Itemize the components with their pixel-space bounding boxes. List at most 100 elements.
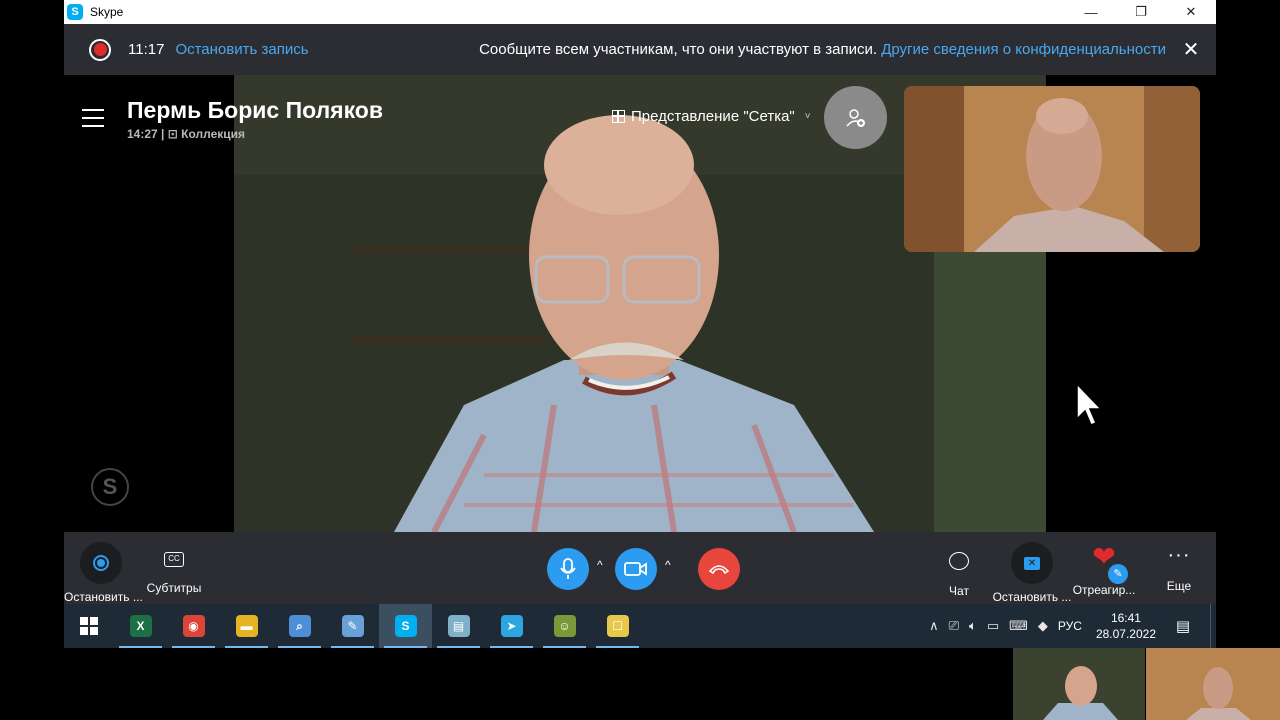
end-call-button[interactable]: [698, 548, 740, 590]
running-indicator: [543, 646, 586, 648]
more-label: Еще: [1166, 579, 1192, 593]
dropbox-icon[interactable]: ◆: [1038, 618, 1048, 634]
webcam-thumbnail-1: [1013, 648, 1145, 720]
show-desktop-button[interactable]: [1210, 604, 1216, 648]
running-indicator: [490, 646, 533, 648]
stop-sharing-label: Остановить ...: [992, 590, 1072, 604]
running-indicator: [331, 646, 374, 648]
clock[interactable]: 16:41 28.07.2022: [1096, 610, 1156, 642]
maximize-button[interactable]: ❐: [1116, 0, 1166, 24]
chevron-down-icon: ˅: [804, 111, 811, 122]
notifications-icon[interactable]: ▤: [1166, 617, 1200, 635]
hang-up-icon: [708, 565, 730, 575]
screen: S Skype — ❐ ✕ 11:17 Остановить запись Со…: [0, 0, 1280, 720]
clock-date: 28.07.2022: [1095, 627, 1156, 641]
close-window-button[interactable]: ✕: [1166, 0, 1216, 24]
record-icon: [93, 555, 109, 571]
menu-icon[interactable]: [82, 109, 104, 133]
self-view-video[interactable]: [904, 86, 1200, 252]
close-banner-icon[interactable]: ✕: [1166, 37, 1216, 62]
skype-logo-icon: S: [67, 4, 83, 20]
separator: |: [161, 127, 165, 141]
magnifier-icon: ⌕: [288, 615, 311, 637]
call-controls-bar: Остановить ... CC Субтитры ^ ^ Чат ✕ Ост…: [64, 532, 1216, 604]
collection-icon: ⊡: [167, 127, 178, 141]
running-indicator: [278, 646, 321, 648]
camera-options-chevron-icon[interactable]: ^: [665, 558, 671, 572]
taskbar-app-telegram[interactable]: ➤: [485, 604, 538, 648]
show-hidden-icons-icon[interactable]: ∧: [929, 618, 939, 634]
stop-recording-button[interactable]: Остановить ...: [64, 542, 143, 604]
chat-label: Чат: [949, 584, 969, 598]
network-icon[interactable]: ▭: [987, 618, 999, 634]
start-button[interactable]: [64, 604, 114, 648]
recording-icon: [89, 38, 111, 61]
taskbar-app-game[interactable]: ☺: [538, 604, 591, 648]
taskbar-app-explorer[interactable]: ▬: [220, 604, 273, 648]
stop-sharing-button[interactable]: ✕ Остановить ...: [992, 542, 1072, 604]
microphone-button[interactable]: [547, 548, 589, 590]
sticky-icon: ☐: [606, 615, 629, 637]
grid-icon: [612, 110, 625, 123]
explorer-icon: ▬: [235, 615, 258, 637]
webcam-thumbnail-2-image: [1146, 648, 1280, 720]
running-indicator: [596, 646, 639, 648]
add-people-button[interactable]: [824, 86, 887, 149]
running-indicator: [437, 646, 480, 648]
keyboard-icon[interactable]: ⌨︎: [1009, 618, 1028, 634]
subtitles-button[interactable]: CC Субтитры: [146, 542, 202, 595]
webcam-thumbnail-1-image: [1013, 648, 1145, 720]
taskbar-app-magnifier[interactable]: ⌕: [273, 604, 326, 648]
subtitles-icon: CC: [164, 552, 184, 567]
taskbar-app-notes[interactable]: ▤: [432, 604, 485, 648]
mic-options-chevron-icon[interactable]: ^: [597, 558, 603, 572]
grid-view-toggle[interactable]: Представление "Сетка" ˅: [612, 108, 811, 125]
call-title: Пермь Борис Поляков: [127, 97, 383, 123]
running-indicator: [119, 646, 162, 648]
chat-icon: [949, 552, 969, 570]
chat-button[interactable]: Чат: [934, 542, 984, 598]
telegram-icon: ➤: [500, 615, 523, 637]
stop-recording-link[interactable]: Остановить запись: [175, 41, 308, 58]
recording-notice: Сообщите всем участникам, что они участв…: [479, 41, 1166, 58]
window-title-bar: S Skype — ❐ ✕: [64, 0, 1216, 24]
language-indicator[interactable]: РУС: [1058, 619, 1082, 633]
collection-link[interactable]: Коллекция: [181, 127, 245, 141]
more-dots-icon: ···: [1167, 544, 1191, 566]
taskbar-app-sticky[interactable]: ☐: [591, 604, 644, 648]
react-label: Отреагир...: [1072, 583, 1136, 597]
recording-time: 11:17: [128, 41, 165, 58]
pen-icon: ✎: [1108, 564, 1128, 584]
window-title: Skype: [90, 5, 124, 19]
volume-icon[interactable]: 🔈︎: [969, 618, 977, 634]
self-video-image: [904, 86, 1200, 252]
microphone-icon: [560, 558, 576, 579]
react-button[interactable]: ❤ ✎ Отреагир...: [1072, 542, 1136, 598]
subtitles-label: Субтитры: [146, 581, 202, 595]
privacy-link[interactable]: Другие сведения о конфиденциальности: [881, 41, 1166, 58]
meet-now-icon[interactable]: ⎚: [949, 618, 959, 634]
camera-button[interactable]: [615, 548, 657, 590]
running-indicator: [172, 646, 215, 648]
system-tray: ∧ ⎚ 🔈︎ ▭ ⌨︎ ◆ РУС 16:41 28.07.2022 ▤: [929, 604, 1216, 648]
excel-icon: X: [129, 615, 152, 637]
windows-logo-icon: [80, 617, 98, 635]
taskbar-app-chrome[interactable]: ◉: [167, 604, 220, 648]
running-indicator: [384, 646, 427, 648]
game-icon: ☺: [553, 615, 576, 637]
notes-icon: ▤: [447, 615, 470, 637]
taskbar-app-skype[interactable]: S: [379, 604, 432, 648]
taskbar-app-excel[interactable]: X: [114, 604, 167, 648]
taskbar-app-paint[interactable]: ✎: [326, 604, 379, 648]
minimize-button[interactable]: —: [1066, 0, 1116, 24]
clock-time: 16:41: [1110, 611, 1141, 625]
paint-icon: ✎: [341, 615, 364, 637]
call-subtitle: 14:27 | ⊡ Коллекция: [127, 127, 245, 141]
person-add-icon: [845, 108, 865, 127]
camera-icon: [624, 562, 647, 576]
call-duration: 14:27: [127, 127, 158, 141]
stop-recording-label: Остановить ...: [64, 590, 143, 604]
recording-notice-text: Сообщите всем участникам, что они участв…: [479, 41, 878, 58]
more-button[interactable]: ··· Еще: [1154, 542, 1204, 593]
taskbar: X ◉ ▬ ⌕ ✎ S ▤ ➤ ☺ ☐ ∧ ⎚ 🔈︎ ▭ ⌨︎ ◆ РУС 16:41 28.07…: [64, 604, 1216, 648]
